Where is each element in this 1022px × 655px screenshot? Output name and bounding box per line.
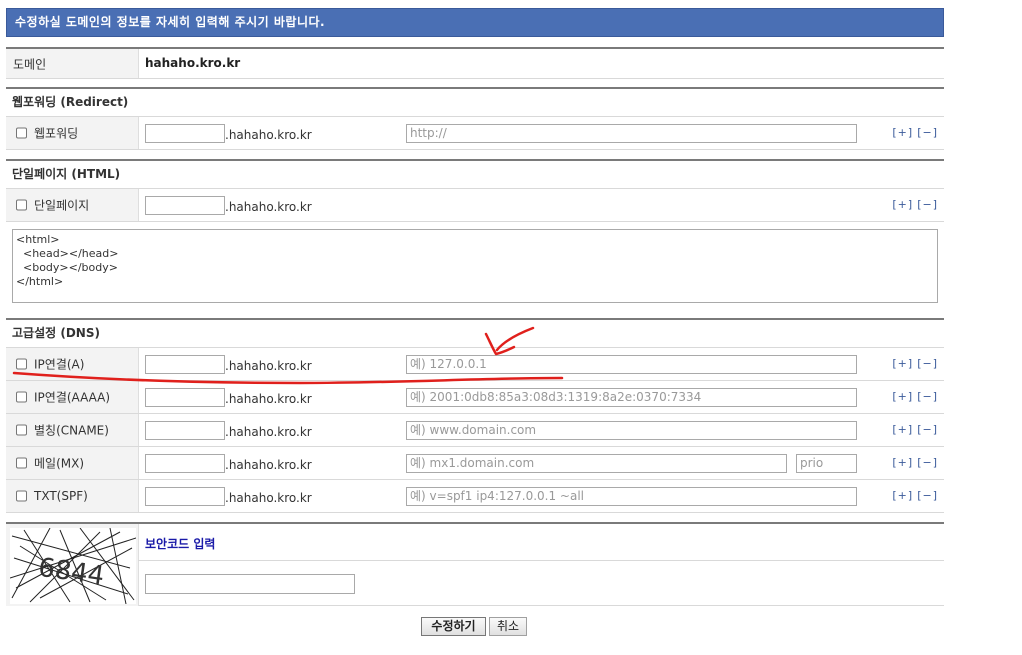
dns-a-subdomain-input[interactable] bbox=[145, 355, 225, 374]
captcha-image: 6844 bbox=[10, 528, 136, 604]
captcha-section: 6844 보안코드 입력 bbox=[6, 522, 944, 606]
domain-section: 도메인 hahaho.kro.kr bbox=[6, 47, 944, 79]
redirect-section: 웹포워딩 (Redirect) 웹포워딩 .hahaho.kro.kr http… bbox=[6, 87, 944, 150]
banner-text: 수정하실 도메인의 정보를 자세히 입력해 주시기 바랍니다. bbox=[6, 8, 944, 37]
dns-aaaa-label: IP연결(AAAA) bbox=[34, 390, 111, 405]
html-subdomain-input[interactable] bbox=[145, 196, 225, 215]
html-row: 단일페이지 .hahaho.kro.kr [+] [−] bbox=[6, 189, 944, 222]
captcha-input[interactable] bbox=[145, 574, 355, 594]
add-row-button[interactable]: [+] bbox=[892, 456, 913, 469]
redirect-row: 웹포워딩 .hahaho.kro.kr http:// [+] [−] bbox=[6, 117, 944, 150]
dns-cname-plusminus: [+] [−] bbox=[888, 423, 938, 436]
dns-mx-value-input[interactable]: 예) mx1.domain.com bbox=[406, 454, 787, 473]
domain-row: 도메인 hahaho.kro.kr bbox=[6, 49, 944, 79]
redirect-plusminus: [+] [−] bbox=[888, 126, 938, 139]
captcha-label: 보안코드 입력 bbox=[145, 537, 216, 551]
dns-mx-prio-input[interactable]: prio bbox=[796, 454, 857, 473]
dns-aaaa-subdomain-input[interactable] bbox=[145, 388, 225, 407]
dns-aaaa-checkbox[interactable] bbox=[16, 391, 27, 403]
html-section: 단일페이지 (HTML) 단일페이지 .hahaho.kro.kr [+] [−]… bbox=[6, 159, 944, 303]
redirect-subdomain-input[interactable] bbox=[145, 124, 225, 143]
dns-txt-value-input[interactable]: 예) v=spf1 ip4:127.0.0.1 ~all bbox=[406, 487, 857, 506]
dns-row-aaaa: IP연결(AAAA) .hahaho.kro.kr 예) 2001:0db8:8… bbox=[6, 381, 944, 414]
html-suffix: .hahaho.kro.kr bbox=[225, 200, 312, 214]
dns-title: 고급설정 (DNS) bbox=[6, 320, 944, 348]
dns-mx-suffix: .hahaho.kro.kr bbox=[225, 458, 312, 472]
remove-row-button[interactable]: [−] bbox=[917, 198, 938, 211]
cancel-button[interactable]: 취소 bbox=[489, 617, 527, 636]
html-row-label: 단일페이지 bbox=[34, 198, 90, 213]
add-row-button[interactable]: [+] bbox=[892, 489, 913, 502]
remove-row-button[interactable]: [−] bbox=[917, 357, 938, 370]
remove-row-button[interactable]: [−] bbox=[917, 390, 938, 403]
dns-txt-subdomain-input[interactable] bbox=[145, 487, 225, 506]
dns-a-plusminus: [+] [−] bbox=[888, 357, 938, 370]
dns-row-txt: TXT(SPF) .hahaho.kro.kr 예) v=spf1 ip4:12… bbox=[6, 480, 944, 513]
dns-row-cname: 별칭(CNAME) .hahaho.kro.kr 예) www.domain.c… bbox=[6, 414, 944, 447]
dns-mx-subdomain-input[interactable] bbox=[145, 454, 225, 473]
html-textarea[interactable]: <html> <head></head> <body></body> </htm… bbox=[12, 229, 938, 303]
redirect-row-label: 웹포워딩 bbox=[34, 126, 79, 141]
html-checkbox[interactable] bbox=[16, 199, 27, 211]
dns-mx-checkbox[interactable] bbox=[16, 457, 27, 469]
dns-aaaa-suffix: .hahaho.kro.kr bbox=[225, 392, 312, 406]
dns-mx-plusminus: [+] [−] bbox=[888, 456, 938, 469]
dns-txt-label: TXT(SPF) bbox=[34, 489, 88, 503]
redirect-checkbox[interactable] bbox=[16, 127, 27, 139]
remove-row-button[interactable]: [−] bbox=[917, 423, 938, 436]
remove-row-button[interactable]: [−] bbox=[917, 126, 938, 139]
remove-row-button[interactable]: [−] bbox=[917, 489, 938, 502]
dns-row-mx: 메일(MX) .hahaho.kro.kr 예) mx1.domain.com … bbox=[6, 447, 944, 480]
dns-aaaa-value-input[interactable]: 예) 2001:0db8:85a3:08d3:1319:8a2e:0370:73… bbox=[406, 388, 857, 407]
domain-value: hahaho.kro.kr bbox=[145, 56, 241, 70]
add-row-button[interactable]: [+] bbox=[892, 390, 913, 403]
dns-txt-plusminus: [+] [−] bbox=[888, 489, 938, 502]
dns-txt-suffix: .hahaho.kro.kr bbox=[225, 491, 312, 505]
dns-a-checkbox[interactable] bbox=[16, 358, 27, 370]
remove-row-button[interactable]: [−] bbox=[917, 456, 938, 469]
redirect-title: 웹포워딩 (Redirect) bbox=[6, 89, 944, 117]
redirect-suffix: .hahaho.kro.kr bbox=[225, 128, 312, 142]
dns-a-suffix: .hahaho.kro.kr bbox=[225, 359, 312, 373]
redirect-url-input[interactable]: http:// bbox=[406, 124, 857, 143]
dns-cname-label: 별칭(CNAME) bbox=[34, 423, 109, 438]
html-editor-row: <html> <head></head> <body></body> </htm… bbox=[6, 222, 944, 306]
dns-a-value-input[interactable]: 예) 127.0.0.1 bbox=[406, 355, 857, 374]
add-row-button[interactable]: [+] bbox=[892, 357, 913, 370]
html-title: 단일페이지 (HTML) bbox=[6, 161, 944, 189]
add-row-button[interactable]: [+] bbox=[892, 198, 913, 211]
domain-label: 도메인 bbox=[13, 57, 47, 71]
dns-section: 고급설정 (DNS) IP연결(A) .hahaho.kro.kr 예) 127… bbox=[6, 318, 944, 513]
dns-cname-suffix: .hahaho.kro.kr bbox=[225, 425, 312, 439]
header-banner: 수정하실 도메인의 정보를 자세히 입력해 주시기 바랍니다. bbox=[6, 8, 944, 37]
dns-aaaa-plusminus: [+] [−] bbox=[888, 390, 938, 403]
submit-button[interactable]: 수정하기 bbox=[421, 617, 486, 636]
dns-mx-label: 메일(MX) bbox=[34, 456, 85, 471]
add-row-button[interactable]: [+] bbox=[892, 423, 913, 436]
dns-row-a: IP연결(A) .hahaho.kro.kr 예) 127.0.0.1 [+][… bbox=[6, 348, 944, 381]
captcha-image-cell: 6844 bbox=[6, 524, 139, 606]
dns-txt-checkbox[interactable] bbox=[16, 490, 27, 502]
add-row-button[interactable]: [+] bbox=[892, 126, 913, 139]
html-plusminus: [+] [−] bbox=[888, 198, 938, 211]
dns-cname-subdomain-input[interactable] bbox=[145, 421, 225, 440]
dns-cname-checkbox[interactable] bbox=[16, 424, 27, 436]
dns-cname-value-input[interactable]: 예) www.domain.com bbox=[406, 421, 857, 440]
dns-a-label: IP연결(A) bbox=[34, 357, 85, 372]
